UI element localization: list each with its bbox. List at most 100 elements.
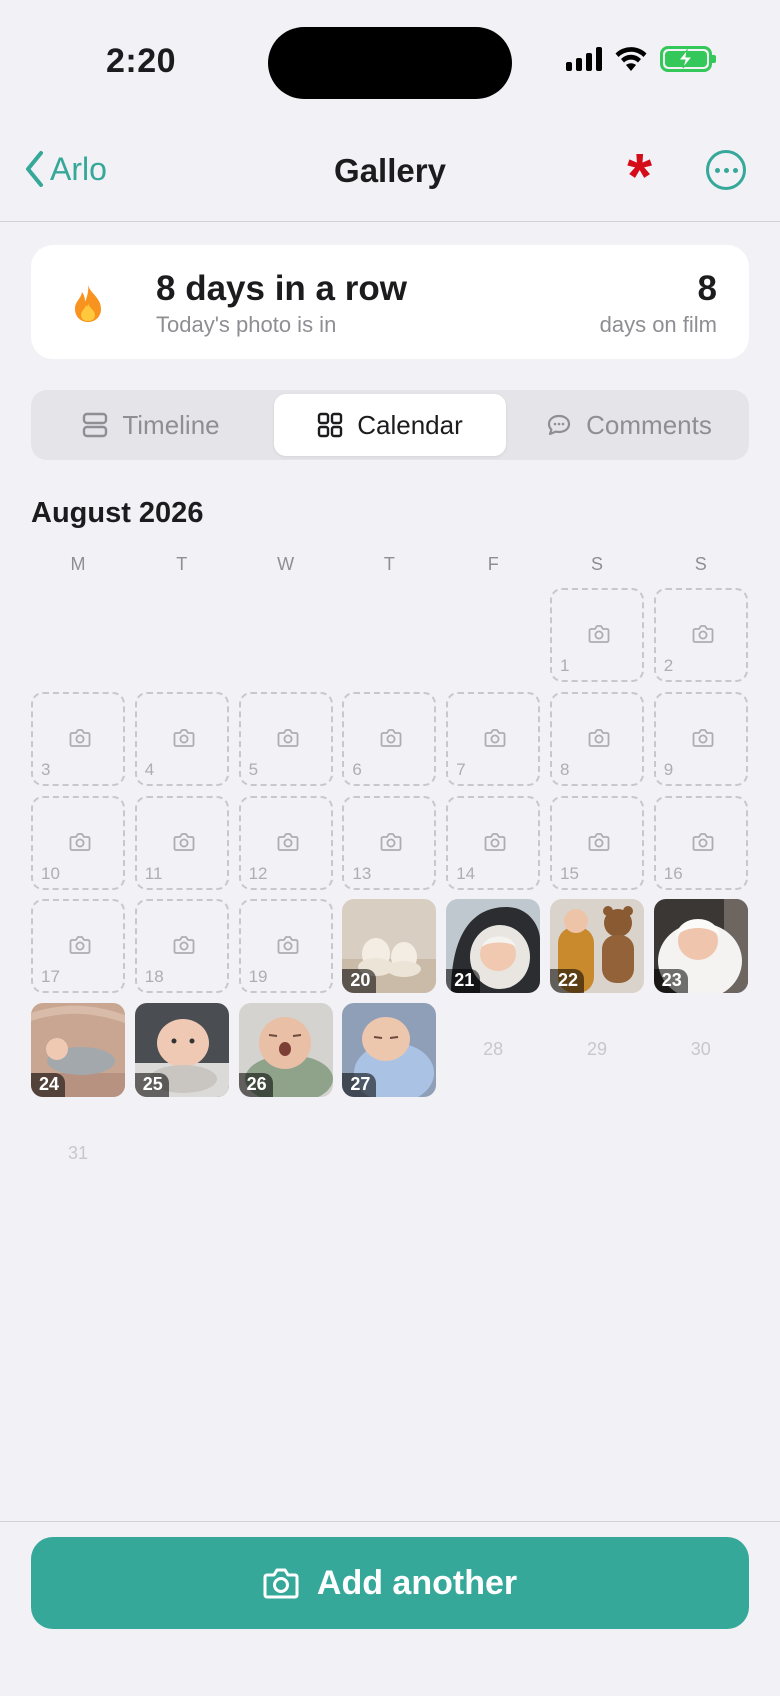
- calendar-day-empty[interactable]: 15: [550, 795, 644, 890]
- camera-icon: [588, 625, 610, 643]
- day-number: 16: [663, 863, 683, 883]
- more-options-button[interactable]: [706, 150, 746, 190]
- add-another-label: Add another: [316, 1563, 518, 1602]
- day-number: 17: [41, 967, 60, 987]
- camera-icon: [173, 936, 195, 955]
- calendar-day-empty[interactable]: 7: [446, 691, 541, 786]
- calendar-day-empty[interactable]: 18: [134, 899, 229, 994]
- day-number: 13: [352, 863, 372, 883]
- dynamic-island: [268, 27, 512, 99]
- calendar-day-empty[interactable]: 5: [238, 691, 333, 786]
- calendar-day-empty[interactable]: 12: [238, 795, 333, 890]
- calendar-day-future: 30: [654, 1003, 748, 1097]
- tab-calendar[interactable]: Calendar: [274, 394, 506, 456]
- day-number-badge: 22: [550, 969, 585, 994]
- day-number: 31: [67, 1143, 89, 1163]
- day-number-badge: 25: [134, 1073, 169, 1098]
- calendar-day-photo[interactable]: 27: [342, 1003, 437, 1098]
- camera-icon: [277, 832, 298, 851]
- day-number: 10: [41, 863, 60, 883]
- weekday-label: S: [590, 554, 603, 574]
- calendar-day-photo[interactable]: 20: [342, 899, 437, 994]
- day-number: 28: [483, 1039, 504, 1060]
- streak-card: 8 days in a row Today's photo is in 8 da…: [31, 245, 749, 359]
- calendar-day-empty[interactable]: 19: [238, 899, 333, 994]
- status-bar: 2:20: [0, 0, 780, 120]
- calendar-day-empty[interactable]: 17: [31, 899, 125, 994]
- days-count-label: days on film: [599, 312, 717, 337]
- calendar-day-photo[interactable]: 21: [446, 899, 541, 994]
- days-count: 8: [697, 269, 717, 308]
- day-number: 15: [560, 863, 579, 883]
- calendar-day-empty[interactable]: 14: [446, 795, 541, 890]
- calendar-day-photo[interactable]: 26: [238, 1003, 333, 1098]
- asterisk-icon[interactable]: *: [627, 144, 652, 208]
- status-icons: [566, 46, 716, 72]
- view-segmented-control: Timeline Calendar Comments: [31, 390, 749, 460]
- calendar-day-photo[interactable]: 25: [134, 1003, 229, 1098]
- day-number-badge: 24: [31, 1073, 66, 1098]
- tab-calendar-label: Calendar: [357, 409, 463, 440]
- day-number: 3: [41, 759, 51, 779]
- tab-comments[interactable]: Comments: [513, 394, 745, 456]
- camera-icon: [69, 832, 91, 851]
- comment-icon: [548, 414, 571, 436]
- calendar-day-photo[interactable]: 23: [653, 899, 748, 994]
- weekday-label: F: [487, 554, 499, 574]
- tab-comments-label: Comments: [586, 409, 712, 440]
- day-number: 7: [456, 759, 466, 779]
- day-number-badge: 21: [446, 969, 481, 994]
- day-number-badge: 20: [342, 969, 377, 994]
- day-number: 12: [248, 863, 268, 883]
- calendar-day-empty[interactable]: 9: [653, 691, 748, 786]
- day-number: 4: [144, 759, 155, 779]
- grid-icon: [318, 412, 343, 438]
- day-number: 11: [144, 863, 163, 883]
- calendar-day-empty[interactable]: 10: [31, 795, 125, 890]
- day-number: 14: [456, 863, 476, 883]
- camera-icon: [484, 832, 506, 851]
- calendar-day-empty[interactable]: 1: [550, 588, 644, 682]
- streak-title: 8 days in a row: [156, 269, 407, 308]
- cellular-signal-icon: [566, 47, 602, 71]
- camera-icon: [380, 832, 402, 851]
- calendar-day-empty[interactable]: 8: [550, 691, 644, 786]
- flame-icon: [75, 284, 101, 322]
- calendar-day-empty[interactable]: 13: [342, 795, 437, 890]
- tab-timeline[interactable]: Timeline: [35, 394, 267, 456]
- camera-icon: [173, 728, 195, 747]
- camera-icon: [484, 728, 506, 747]
- calendar-day-empty[interactable]: 11: [134, 795, 229, 890]
- day-number: 8: [560, 759, 570, 779]
- month-title: August 2026: [31, 497, 204, 529]
- calendar-day-empty[interactable]: 4: [134, 691, 229, 786]
- day-number: 5: [248, 759, 259, 779]
- page-title: Gallery: [334, 152, 446, 189]
- timeline-icon: [83, 412, 108, 438]
- calendar-day-future: 28: [446, 1003, 540, 1097]
- divider: [0, 1521, 780, 1522]
- weekday-label: S: [694, 554, 707, 574]
- add-another-button[interactable]: Add another: [31, 1537, 749, 1629]
- battery-charging-icon: [660, 46, 716, 72]
- camera-icon: [692, 728, 714, 747]
- calendar-day-empty[interactable]: 3: [31, 691, 125, 786]
- camera-icon: [277, 728, 298, 747]
- camera-icon: [263, 1568, 299, 1599]
- camera-icon: [69, 936, 91, 955]
- calendar-day-photo[interactable]: 24: [31, 1003, 125, 1098]
- wifi-icon: [615, 47, 647, 71]
- camera-icon: [692, 625, 714, 643]
- weekday-label: W: [277, 554, 295, 574]
- calendar-day-empty[interactable]: 16: [653, 795, 748, 890]
- weekday-label: T: [383, 554, 395, 574]
- calendar-day-empty[interactable]: 6: [342, 691, 437, 786]
- calendar-day-photo[interactable]: 22: [550, 899, 644, 994]
- calendar-day-future: 31: [31, 1107, 125, 1201]
- day-number-badge: 26: [238, 1073, 273, 1098]
- day-number: 6: [352, 759, 362, 779]
- day-number: 9: [663, 759, 674, 779]
- day-number: 18: [144, 967, 164, 987]
- status-time: 2:20: [106, 42, 177, 80]
- calendar-day-empty[interactable]: 2: [653, 588, 748, 682]
